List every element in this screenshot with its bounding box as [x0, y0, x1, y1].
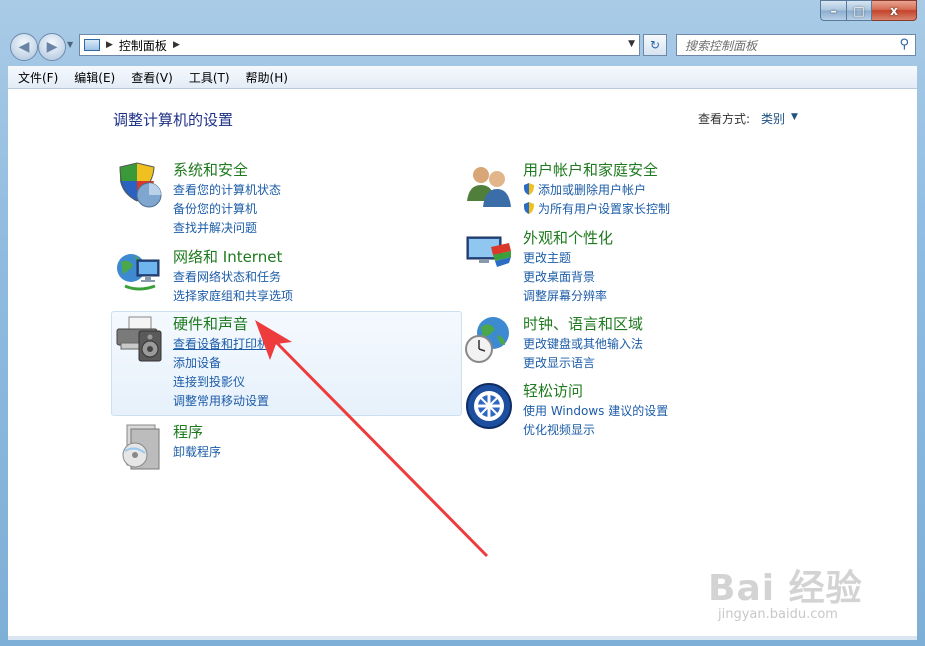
maximize-icon: □ — [853, 3, 865, 18]
search-icon[interactable]: ⚲ — [899, 37, 909, 52]
link-mobility-settings[interactable]: 调整常用移动设置 — [173, 392, 269, 411]
menu-tools[interactable]: 工具(T) — [181, 69, 238, 86]
link-screen-resolution[interactable]: 调整屏幕分辨率 — [523, 287, 607, 306]
ease-of-access-icon — [466, 383, 512, 429]
programs-icon — [122, 424, 160, 470]
view-by-dropdown[interactable]: 类别 — [761, 110, 785, 127]
breadcrumb-control-panel[interactable]: 控制面板 — [119, 37, 167, 54]
link-uninstall-program[interactable]: 卸载程序 — [173, 443, 221, 462]
watermark-url: jingyan.baidu.com — [718, 607, 838, 622]
back-button[interactable]: ◀ — [10, 33, 38, 61]
category-links: 使用 Windows 建议的设置 优化视频显示 — [523, 402, 668, 440]
link-homegroup-sharing[interactable]: 选择家庭组和共享选项 — [173, 287, 293, 306]
close-button[interactable]: x — [872, 0, 917, 21]
watermark-main: Bai 经验 — [708, 568, 863, 609]
breadcrumb-separator-icon[interactable]: ▶ — [106, 40, 113, 50]
category-title[interactable]: 硬件和声音 — [173, 313, 248, 334]
refresh-button[interactable]: ↻ — [643, 34, 667, 56]
minimize-button[interactable]: – — [820, 0, 847, 21]
caption-buttons: – □ x — [820, 0, 917, 21]
appearance-icon — [466, 236, 511, 267]
category-title[interactable]: 轻松访问 — [523, 380, 583, 401]
menu-file[interactable]: 文件(F) — [8, 69, 66, 86]
search-box[interactable]: ⚲ — [676, 34, 916, 56]
link-keyboard-input[interactable]: 更改键盘或其他输入法 — [523, 335, 643, 354]
category-title[interactable]: 外观和个性化 — [523, 227, 613, 248]
link-display-language[interactable]: 更改显示语言 — [523, 354, 643, 373]
printer-icon — [116, 316, 162, 362]
clock-globe-icon — [465, 317, 509, 363]
link-add-remove-accounts[interactable]: 添加或删除用户帐户 — [523, 181, 670, 200]
control-panel-icon — [84, 39, 100, 51]
menu-help[interactable]: 帮助(H) — [238, 69, 296, 86]
address-dropdown-icon[interactable]: ▼ — [628, 39, 635, 49]
forward-arrow-icon: ▶ — [46, 39, 58, 55]
link-add-device[interactable]: 添加设备 — [173, 354, 269, 373]
users-icon — [467, 167, 511, 207]
menu-edit[interactable]: 编辑(E) — [66, 69, 123, 86]
menu-view[interactable]: 查看(V) — [123, 69, 181, 86]
uac-shield-icon — [524, 202, 534, 214]
link-network-status[interactable]: 查看网络状态和任务 — [173, 268, 293, 287]
category-links: 查看设备和打印机 添加设备 连接到投影仪 调整常用移动设置 — [173, 335, 269, 411]
link-label: 添加或删除用户帐户 — [538, 183, 647, 197]
category-links: 卸载程序 — [173, 443, 221, 462]
link-change-theme[interactable]: 更改主题 — [523, 249, 607, 268]
baidu-watermark: Bai 经验 jingyan.baidu.com — [708, 559, 917, 629]
category-title[interactable]: 时钟、语言和区域 — [523, 313, 643, 334]
view-by-label: 查看方式: — [698, 112, 751, 126]
content-area: 调整计算机的设置 查看方式: 类别 ▼ 系统和安全 查看您的计算机状态 备份您的… — [8, 89, 917, 636]
address-bar[interactable]: ▶ 控制面板 ▶ ▼ — [79, 34, 640, 56]
chevron-down-icon: ▼ — [67, 40, 74, 49]
minimize-icon: – — [830, 3, 837, 18]
category-links: 更改键盘或其他输入法 更改显示语言 — [523, 335, 643, 373]
back-arrow-icon: ◀ — [18, 39, 30, 55]
category-title[interactable]: 程序 — [173, 421, 203, 442]
category-links: 添加或删除用户帐户 为所有用户设置家长控制 — [523, 181, 670, 219]
maximize-button[interactable]: □ — [847, 0, 872, 21]
category-title[interactable]: 网络和 Internet — [173, 246, 282, 267]
category-links: 查看网络状态和任务 选择家庭组和共享选项 — [173, 268, 293, 306]
link-label: 为所有用户设置家长控制 — [538, 202, 671, 216]
recent-pages-dropdown[interactable]: ▼ — [67, 40, 73, 49]
breadcrumb-separator-icon[interactable]: ▶ — [173, 40, 180, 50]
link-parental-controls[interactable]: 为所有用户设置家长控制 — [523, 200, 670, 219]
close-icon: x — [890, 3, 898, 18]
category-links: 更改主题 更改桌面背景 调整屏幕分辨率 — [523, 249, 607, 306]
refresh-icon: ↻ — [649, 38, 661, 52]
uac-shield-icon — [524, 183, 534, 195]
link-backup-computer[interactable]: 备份您的计算机 — [173, 200, 281, 219]
link-view-computer-status[interactable]: 查看您的计算机状态 — [173, 181, 281, 200]
link-connect-projector[interactable]: 连接到投影仪 — [173, 373, 269, 392]
category-title[interactable]: 用户帐户和家庭安全 — [523, 159, 658, 180]
page-title: 调整计算机的设置 — [113, 111, 234, 129]
search-input[interactable] — [683, 37, 887, 55]
link-recommended-settings[interactable]: 使用 Windows 建议的设置 — [523, 402, 668, 421]
forward-button[interactable]: ▶ — [38, 33, 66, 61]
network-icon — [117, 254, 160, 291]
category-links: 查看您的计算机状态 备份您的计算机 查找并解决问题 — [173, 181, 281, 238]
link-optimize-display[interactable]: 优化视频显示 — [523, 421, 668, 440]
link-troubleshoot[interactable]: 查找并解决问题 — [173, 219, 281, 238]
link-desktop-background[interactable]: 更改桌面背景 — [523, 268, 607, 287]
chevron-down-icon[interactable]: ▼ — [791, 112, 798, 122]
category-title[interactable]: 系统和安全 — [173, 159, 248, 180]
window-frame: – □ x ◀ ▶ ▼ ▶ 控制面板 ▶ ▼ ↻ ⚲ 文件(F) 编辑(E) 查… — [0, 0, 925, 646]
window-bottom-border — [8, 636, 917, 640]
menu-bar: 文件(F) 编辑(E) 查看(V) 工具(T) 帮助(H) — [8, 66, 917, 89]
shield-icon — [119, 162, 162, 208]
link-devices-printers[interactable]: 查看设备和打印机 — [173, 335, 269, 354]
